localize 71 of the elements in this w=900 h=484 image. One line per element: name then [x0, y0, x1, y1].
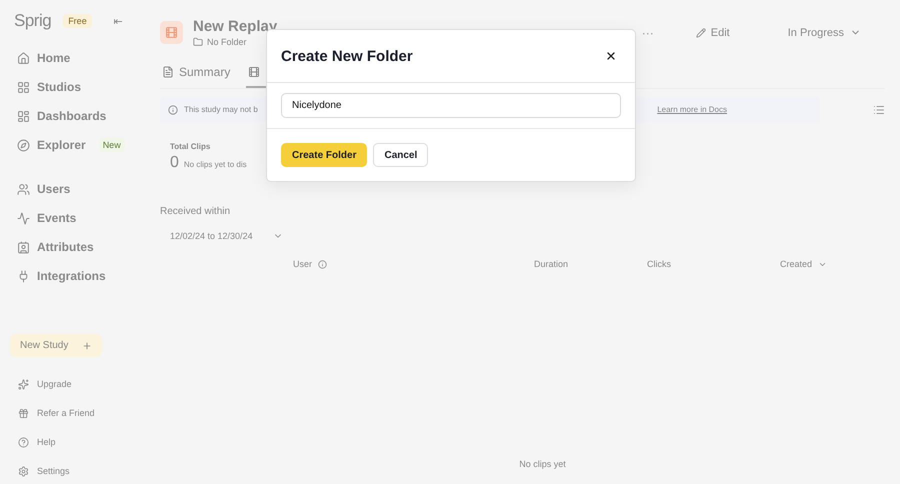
collapse-button[interactable]: ⇤	[114, 14, 123, 28]
activity-icon	[17, 212, 30, 224]
footer-item[interactable]: Upgrade	[10, 375, 140, 393]
new-study-button[interactable]: New Study	[10, 334, 102, 357]
folder-label[interactable]: No Folder	[207, 37, 247, 47]
logo: Sprig	[14, 11, 52, 31]
document-icon	[162, 66, 174, 78]
nav-item[interactable]: Home	[10, 48, 140, 68]
plug-icon	[17, 270, 30, 282]
settings-icon	[18, 466, 29, 476]
nav-item[interactable]: Integrations	[10, 266, 140, 286]
filter-label: Received within	[160, 206, 232, 217]
info-icon	[168, 104, 178, 114]
nav-label: Home	[37, 51, 70, 65]
users-icon	[17, 182, 30, 196]
tab[interactable]: Summary	[160, 61, 232, 88]
grid-icon	[17, 80, 30, 94]
cancel-button[interactable]: Cancel	[373, 143, 428, 167]
nav-item[interactable]: Explorer New	[10, 135, 140, 155]
nav-label: Attributes	[37, 240, 94, 254]
footer-item[interactable]: Help	[10, 433, 140, 451]
docs-link[interactable]: Learn more in Docs	[657, 105, 727, 114]
footer-label: Settings	[37, 466, 70, 476]
date-range-dropdown[interactable]: 12/02/24 to 12/30/24	[160, 227, 293, 245]
banner-text: This study may not b	[184, 105, 258, 114]
stat-label: Total Clips	[170, 142, 212, 151]
dialog-title: Create New Folder	[281, 48, 413, 64]
info-icon	[318, 260, 328, 268]
create-folder-button[interactable]: Create Folder	[281, 143, 368, 167]
gift-icon	[18, 408, 29, 418]
footer-item[interactable]: Settings	[10, 462, 140, 480]
footer-label: Upgrade	[37, 379, 72, 389]
nav-label: Integrations	[37, 269, 106, 283]
contact-card-icon	[17, 240, 30, 254]
status-dropdown[interactable]: In Progress	[782, 26, 867, 40]
plan-badge: Free	[63, 14, 92, 28]
replay-app-icon	[160, 21, 183, 44]
edit-button[interactable]: Edit	[690, 26, 736, 40]
pencil-icon	[696, 28, 706, 38]
nav-item[interactable]: Attributes	[10, 237, 140, 257]
more-button[interactable]: ···	[642, 26, 654, 40]
footer-item[interactable]: Refer a Friend	[10, 404, 140, 422]
film-icon	[248, 66, 260, 78]
plus-icon	[82, 340, 92, 350]
stat-note: No clips yet to dis	[184, 160, 247, 169]
nav-item[interactable]: Studios	[10, 77, 140, 97]
nav-item[interactable]: Users	[10, 179, 140, 199]
nav-label: Users	[37, 182, 70, 196]
nav-label: Dashboards	[37, 109, 106, 123]
nav-label: Studios	[37, 80, 81, 94]
nav-label: Explorer	[37, 138, 86, 152]
folder-icon	[193, 37, 203, 47]
footer-label: Refer a Friend	[37, 408, 95, 418]
column-header[interactable]: User	[293, 259, 328, 269]
stat-value: 0	[170, 154, 179, 172]
column-header[interactable]: Created	[780, 259, 828, 269]
compass-icon	[17, 138, 30, 152]
close-icon	[605, 50, 617, 62]
column-header[interactable]: Duration	[534, 259, 568, 269]
empty-message: No clips yet	[519, 459, 566, 469]
footer-label: Help	[37, 437, 56, 447]
new-badge: New	[98, 138, 125, 152]
home-icon	[17, 52, 30, 64]
nav-item[interactable]: Events	[10, 208, 140, 228]
folder-name-field[interactable]: Nicelydone	[281, 93, 621, 118]
sparkle-icon	[18, 378, 29, 390]
nav-item[interactable]: Dashboards	[10, 106, 140, 126]
help-icon	[18, 436, 29, 448]
dashboard-icon	[17, 110, 30, 122]
nav-label: Events	[37, 211, 76, 225]
column-header[interactable]: Clicks	[647, 259, 671, 269]
